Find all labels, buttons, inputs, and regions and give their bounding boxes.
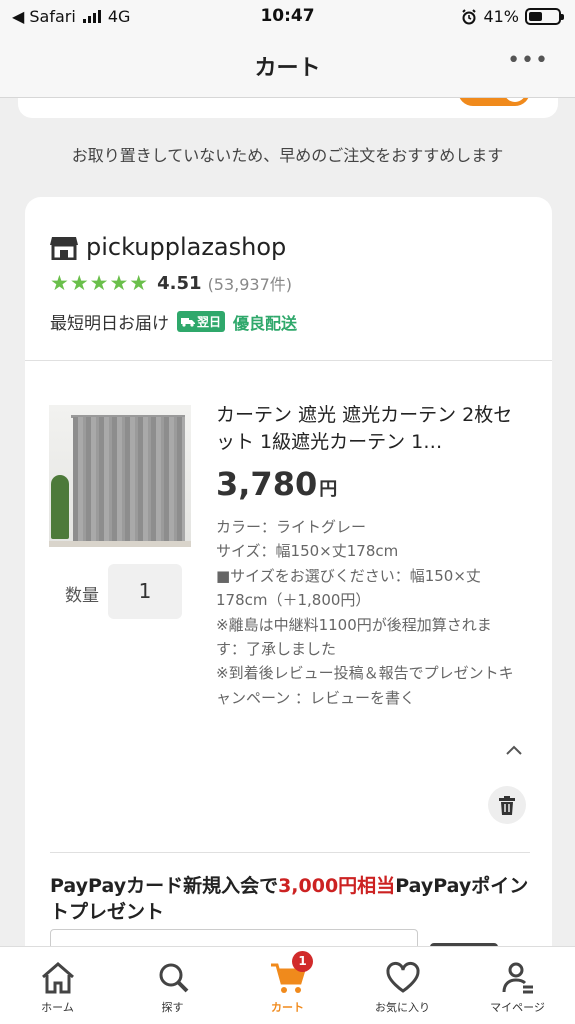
status-right: 41% <box>461 7 564 26</box>
previous-card <box>18 98 558 118</box>
price-unit: 円 <box>319 479 338 500</box>
tab-label: 探す <box>161 1001 184 1014</box>
status-bar: ◀ Safari 4G 10:47 41% <box>0 0 575 34</box>
option-size-select: ■サイズをお選びください：幅150×丈178cm（＋1,800円） <box>216 566 481 610</box>
alarm-icon <box>462 8 477 24</box>
option-color: カラー：ライトグレー <box>216 518 367 536</box>
cart-shop-card: pickupplazashop ★★★★★ 4.51 (53,937件) 最短明… <box>25 197 552 987</box>
price-value: 3,780 <box>216 465 318 503</box>
battery-icon <box>525 8 564 25</box>
search-icon <box>159 963 188 993</box>
tab-label: マイページ <box>490 1001 545 1014</box>
quantity-selector[interactable]: 1 <box>108 564 182 619</box>
tab-search[interactable]: 探す <box>115 947 230 1024</box>
product-title[interactable]: カーテン 遮光 遮光カーテン 2枚セット 1級遮光カーテン 1… <box>216 402 526 456</box>
page-title: カート <box>254 56 321 81</box>
tab-label: お気に入り <box>375 1001 430 1014</box>
nav-bar: カート ••• <box>0 34 575 98</box>
tab-cart[interactable]: 1 カート <box>230 947 345 1024</box>
tab-label: カート <box>271 1001 304 1014</box>
more-menu-button[interactable]: ••• <box>507 48 549 73</box>
shop-header[interactable]: pickupplazashop <box>50 233 286 261</box>
tab-home[interactable]: ホーム <box>0 947 115 1024</box>
product-image[interactable] <box>49 405 191 547</box>
delivery-label: 最短明日お届け <box>50 314 169 334</box>
promo-text-1: PayPayカード新規入会で <box>50 875 279 897</box>
delete-item-button[interactable] <box>488 786 526 824</box>
badge-day-text: 翌日 <box>197 315 222 329</box>
home-icon <box>41 962 74 994</box>
trash-icon <box>499 796 515 815</box>
shop-rating[interactable]: ★★★★★ 4.51 (53,937件) <box>50 271 292 295</box>
tab-favorites[interactable]: お気に入り <box>345 947 460 1024</box>
cart-count-badge: 1 <box>292 951 313 972</box>
delivery-info: 最短明日お届け 翌日 優良配送 <box>50 309 297 334</box>
truck-icon <box>181 317 195 327</box>
option-size: サイズ：幅150×丈178cm <box>216 542 399 561</box>
excellent-delivery-label: 優良配送 <box>233 313 298 333</box>
tab-mypage[interactable]: マイページ <box>460 947 575 1024</box>
product-options: カラー：ライトグレー サイズ：幅150×丈178cm ■サイズをお選びください：… <box>216 515 518 710</box>
quantity-label: 数量 <box>65 586 99 606</box>
next-day-badge: 翌日 <box>177 311 226 332</box>
rating-stars: ★★★★★ <box>50 271 150 295</box>
option-review-campaign: ※到着後レビュー投稿＆報告でプレゼントキャンペーン ：レビューを書く <box>216 664 514 707</box>
product-price: 3,780 円 <box>216 465 337 503</box>
promo-amount: 3,000円相当 <box>278 875 396 897</box>
tab-bar: ホーム 探す 1 カート お気に入り マイページ <box>0 946 575 1024</box>
toggle-switch[interactable] <box>458 98 530 106</box>
user-icon <box>502 962 533 994</box>
shop-name[interactable]: pickupplazashop <box>86 233 286 261</box>
heart-icon <box>385 961 420 993</box>
store-icon <box>50 237 78 260</box>
reservation-notice: お取り置きしていないため、早めのご注文をおすすめします <box>71 146 504 165</box>
review-count: (53,937件) <box>207 275 293 294</box>
battery-percent: 41% <box>483 7 519 26</box>
rating-value: 4.51 <box>157 272 202 294</box>
chevron-up-icon[interactable] <box>505 741 523 759</box>
paypay-promo[interactable]: PayPayカード新規入会で3,000円相当PayPayポイントプレゼント <box>50 852 530 925</box>
tab-label: ホーム <box>41 1001 74 1014</box>
divider <box>25 360 552 361</box>
option-island-fee: ※離島は中継料1100円が後程加算されます：了承しました <box>216 615 492 659</box>
